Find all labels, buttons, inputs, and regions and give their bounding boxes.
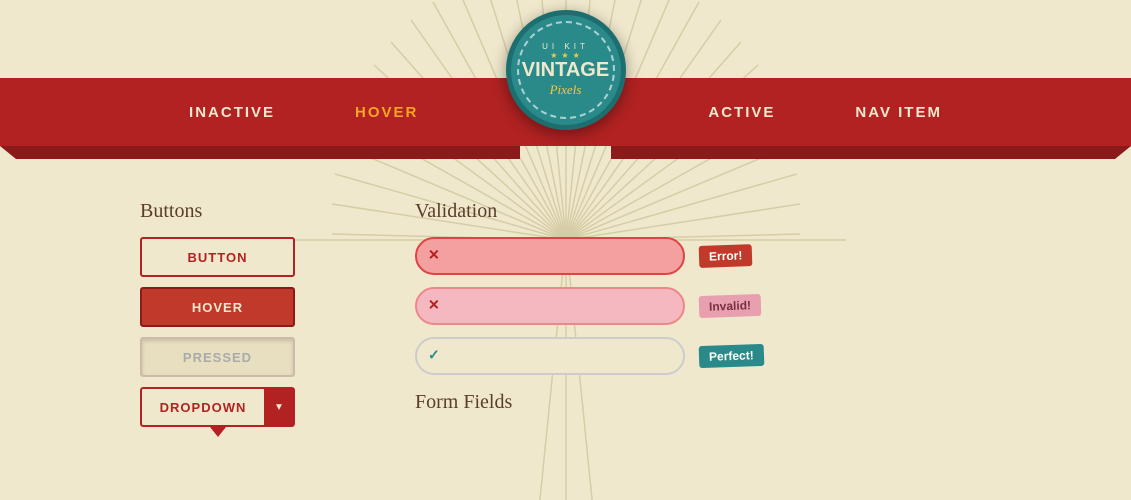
invalid-icon-x: ✕ [428, 298, 440, 315]
validation-input-error[interactable] [415, 237, 685, 275]
page: UI Kit ★ ★ ★ VINTAGE Pixels INACTIVE HOV… [0, 0, 1131, 500]
buttons-title: Buttons [140, 200, 295, 223]
error-icon-x: ✕ [428, 248, 440, 265]
content-area: Buttons Button Hover Pressed Dropdown [0, 170, 1131, 427]
validation-row-perfect: ✓ Perfect! [415, 337, 795, 375]
validation-input-perfect[interactable] [415, 337, 685, 375]
button-dropdown-wrapper: Dropdown ▼ [140, 387, 295, 427]
validation-section: Validation ✕ Error! ✕ Invalid! [415, 200, 795, 427]
perfect-icon-check: ✓ [428, 348, 440, 365]
dropdown-arrow-icon: ▼ [274, 402, 284, 413]
nav-item-active[interactable]: ACTIVE [708, 104, 775, 121]
button-dropdown-container: Dropdown ▼ [140, 387, 295, 427]
validation-row-error: ✕ Error! [415, 237, 795, 275]
ribbon-right [611, 146, 1131, 159]
badge-invalid: Invalid! [699, 294, 762, 318]
validation-input-invalid-wrapper: ✕ [415, 287, 685, 325]
dropdown-main-button[interactable]: Dropdown [140, 387, 264, 427]
nav-item-inactive[interactable]: INACTIVE [189, 104, 275, 121]
nav-item-hover[interactable]: HOVER [355, 104, 418, 121]
button-default[interactable]: Button [140, 237, 295, 277]
validation-title: Validation [415, 200, 795, 223]
nav-item-nav[interactable]: NAV ITEM [855, 104, 942, 121]
form-fields-title: Form Fields [415, 391, 795, 414]
validation-row-invalid: ✕ Invalid! [415, 287, 795, 325]
logo-badge: UI Kit ★ ★ ★ VINTAGE Pixels [506, 10, 626, 130]
button-hover[interactable]: Hover [140, 287, 295, 327]
badge-perfect: Perfect! [699, 344, 764, 368]
ribbon-left [0, 146, 520, 159]
dropdown-triangle-icon [210, 427, 226, 437]
badge-error: Error! [699, 244, 753, 268]
button-pressed[interactable]: Pressed [140, 337, 295, 377]
validation-input-invalid[interactable] [415, 287, 685, 325]
dropdown-arrow-button[interactable]: ▼ [265, 387, 295, 427]
validation-input-perfect-wrapper: ✓ [415, 337, 685, 375]
validation-input-error-wrapper: ✕ [415, 237, 685, 275]
buttons-section: Buttons Button Hover Pressed Dropdown [140, 200, 295, 427]
buttons-list: Button Hover Pressed Dropdown ▼ [140, 237, 295, 427]
